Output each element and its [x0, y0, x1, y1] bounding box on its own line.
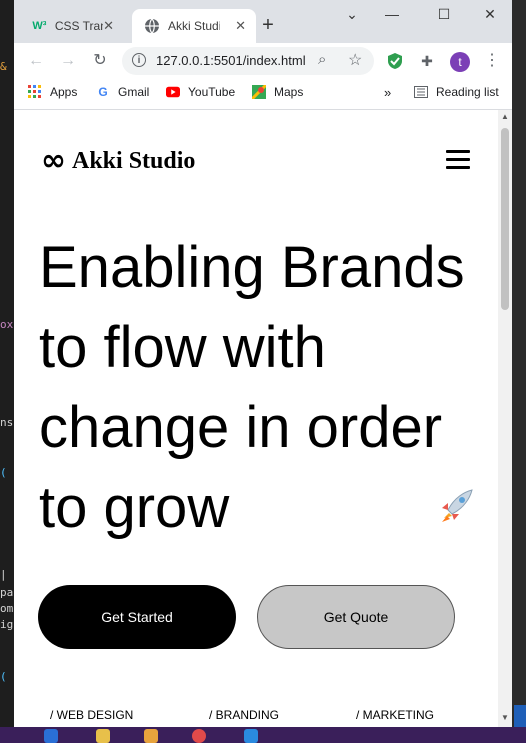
bookmark-label: Maps	[274, 85, 304, 99]
service-web-design[interactable]: / WEB DESIGN	[50, 708, 133, 722]
scrollbar-thumb[interactable]	[501, 128, 509, 310]
bookmark-maps[interactable]: Maps	[252, 85, 303, 99]
background-editor-status	[514, 705, 526, 727]
taskbar	[0, 727, 526, 743]
more-bookmarks-chevron-icon[interactable]: »	[384, 85, 391, 100]
w3-icon: W³	[32, 20, 47, 32]
scroll-down-icon[interactable]: ▼	[498, 713, 512, 722]
avatar[interactable]: t	[450, 52, 470, 72]
shield-extension-icon[interactable]	[386, 52, 404, 70]
globe-icon	[144, 18, 160, 34]
bookmarks-bar: Apps G Gmail YouTube Maps » Reading list	[14, 79, 512, 110]
minimize-button[interactable]: —	[372, 6, 412, 26]
youtube-icon	[166, 85, 180, 99]
new-tab-button[interactable]: +	[257, 14, 279, 36]
rocket-icon	[436, 486, 476, 526]
get-quote-button[interactable]: Get Quote	[257, 585, 455, 649]
tab-search-icon[interactable]: ⌄	[332, 6, 372, 26]
zoom-icon[interactable]: ⌕	[318, 51, 326, 68]
get-started-button[interactable]: Get Started	[38, 585, 236, 649]
menu-kebab-icon[interactable]: ⋮	[483, 52, 501, 70]
service-branding[interactable]: / BRANDING	[209, 708, 279, 722]
bookmark-apps[interactable]: Apps	[28, 85, 77, 99]
hero-heading: Enabling Brands to flow with change in o…	[39, 235, 465, 540]
bookmark-gmail[interactable]: G Gmail	[96, 85, 149, 99]
scroll-up-icon[interactable]: ▲	[498, 112, 512, 121]
tab-strip: W³ CSS Transitions ✕ Akki Studio ✕ + ⌄ —…	[14, 0, 512, 43]
close-icon[interactable]: ✕	[235, 18, 246, 34]
reading-list-icon	[414, 85, 428, 99]
reading-list[interactable]: Reading list	[414, 85, 499, 99]
forward-icon[interactable]: →	[58, 51, 78, 71]
hamburger-menu-icon[interactable]	[446, 150, 470, 170]
maximize-button[interactable]: ☐	[424, 6, 464, 26]
browser-window: W³ CSS Transitions ✕ Akki Studio ✕ + ⌄ —…	[14, 0, 512, 727]
browser-toolbar: ← → ↻ i 127.0.0.1:5501/index.html ⌕ ☆ ✚ …	[14, 43, 512, 79]
maps-icon	[252, 85, 266, 99]
address-bar[interactable]: i 127.0.0.1:5501/index.html ⌕ ☆	[122, 47, 374, 75]
reading-list-label: Reading list	[436, 85, 499, 99]
bookmark-label: Gmail	[118, 85, 150, 99]
apps-grid-icon	[28, 85, 42, 99]
tab-title: Akki Studio	[168, 19, 220, 33]
close-window-button[interactable]: ✕	[470, 6, 510, 26]
bookmark-label: Apps	[50, 85, 78, 99]
brand-logo[interactable]: ∞ Akki Studio	[41, 146, 195, 176]
info-icon[interactable]: i	[132, 53, 146, 67]
page-viewport: ∞ Akki Studio Enabling Brands to flow wi…	[14, 110, 498, 727]
puzzle-icon[interactable]: ✚	[418, 52, 436, 70]
page-scrollbar[interactable]: ▲ ▼	[498, 110, 512, 727]
back-icon[interactable]: ←	[26, 51, 46, 71]
bookmark-youtube[interactable]: YouTube	[166, 85, 235, 99]
bookmark-label: YouTube	[188, 85, 236, 99]
address-url[interactable]: 127.0.0.1:5501/index.html	[156, 53, 306, 68]
tab-css-transitions[interactable]: W³ CSS Transitions ✕	[20, 9, 124, 43]
close-icon[interactable]: ✕	[103, 18, 114, 34]
background-editor: & ox ns ( | pa om ig (	[0, 0, 14, 743]
service-marketing[interactable]: / MARKETING	[356, 708, 434, 722]
infinity-icon: ∞	[41, 143, 66, 178]
brand-name: Akki Studio	[72, 147, 196, 174]
tab-title: CSS Transitions	[54, 19, 103, 33]
bookmark-star-icon[interactable]: ☆	[348, 50, 362, 70]
reload-icon[interactable]: ↻	[90, 51, 110, 71]
google-icon: G	[98, 85, 108, 99]
tab-akki-studio[interactable]: Akki Studio ✕	[132, 9, 256, 43]
